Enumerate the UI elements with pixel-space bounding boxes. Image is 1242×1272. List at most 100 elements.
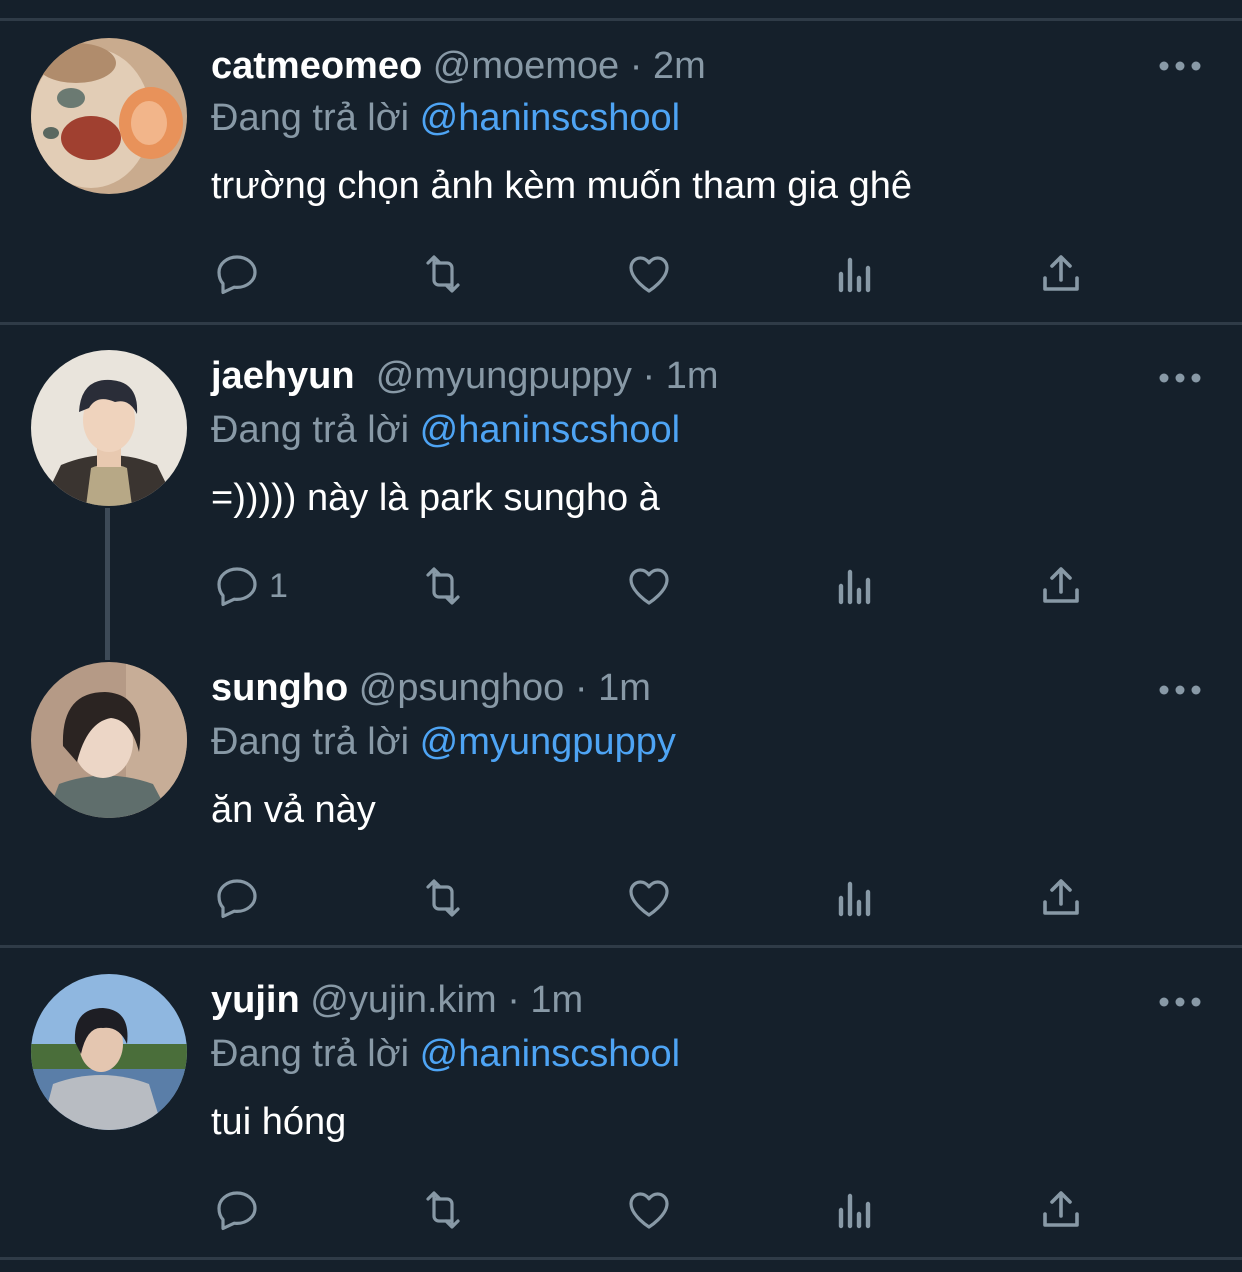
tweet-header: jaehyun @myungpuppy · 1m — [211, 348, 718, 404]
tweet-text: ăn vả này — [211, 789, 376, 831]
share-button[interactable] — [1037, 244, 1085, 304]
like-icon — [629, 1192, 669, 1229]
tweet[interactable]: jaehyun @myungpuppy · 1m Đang trả lời @h… — [0, 348, 1242, 628]
avatar-cat-image — [31, 38, 187, 194]
like-button[interactable] — [625, 244, 673, 304]
share-button[interactable] — [1037, 556, 1085, 616]
reply-button[interactable]: 1 — [213, 556, 288, 616]
reply-to-handle-link[interactable]: @haninscshool — [420, 1033, 680, 1075]
retweet-button[interactable] — [419, 244, 467, 304]
reply-icon — [217, 1191, 257, 1230]
avatar-photo — [31, 350, 187, 506]
tweet-actions: 1 — [0, 556, 1242, 616]
timestamp[interactable]: 1m — [598, 667, 651, 709]
tweet-header: catmeomeo @moemoe · 2m — [211, 38, 706, 94]
avatar[interactable] — [31, 350, 187, 506]
analytics-button[interactable] — [831, 868, 879, 928]
display-name[interactable]: catmeomeo — [211, 45, 422, 87]
user-handle[interactable]: @moemoe — [433, 45, 619, 87]
retweet-icon — [426, 567, 460, 605]
tweet[interactable]: catmeomeo @moemoe · 2m Đang trả lời @han… — [0, 36, 1242, 316]
reply-to-handle-link[interactable]: @haninscshool — [420, 409, 680, 451]
more-options-icon[interactable] — [1158, 992, 1202, 1012]
user-handle[interactable]: @yujin.kim — [310, 979, 496, 1021]
like-icon — [629, 568, 669, 605]
retweet-icon — [426, 255, 460, 293]
reply-button[interactable] — [213, 868, 269, 928]
analytics-button[interactable] — [831, 1180, 879, 1240]
divider-top — [0, 18, 1242, 21]
reply-to-handle-link[interactable]: @haninscshool — [420, 97, 680, 139]
reply-button[interactable] — [213, 244, 269, 304]
analytics-icon — [838, 257, 871, 293]
user-handle[interactable]: @myungpuppy — [376, 355, 632, 397]
analytics-button[interactable] — [831, 244, 879, 304]
share-icon — [1043, 1191, 1079, 1227]
divider — [0, 945, 1242, 948]
replying-to-line: Đang trả lời @haninscshool — [211, 1026, 680, 1082]
divider-bottom — [0, 1257, 1242, 1260]
reply-icon — [217, 879, 257, 918]
timestamp[interactable]: 1m — [666, 355, 719, 397]
share-button[interactable] — [1037, 868, 1085, 928]
tweet-actions — [0, 1180, 1242, 1240]
retweet-button[interactable] — [419, 556, 467, 616]
share-icon — [1043, 255, 1079, 291]
analytics-icon — [838, 1193, 871, 1229]
share-button[interactable] — [1037, 1180, 1085, 1240]
retweet-button[interactable] — [419, 1180, 467, 1240]
display-name[interactable]: sungho — [211, 667, 348, 709]
reply-icon — [217, 255, 257, 294]
separator-dot: · — [507, 979, 520, 1021]
divider — [0, 322, 1242, 325]
like-icon — [629, 880, 669, 917]
retweet-icon — [426, 879, 460, 917]
tweet-text: trường chọn ảnh kèm muốn tham gia ghê — [211, 165, 912, 207]
separator-dot: · — [642, 355, 656, 397]
tweet-actions — [0, 244, 1242, 304]
timestamp[interactable]: 2m — [653, 45, 706, 87]
separator-dot: · — [629, 45, 643, 87]
display-name[interactable]: jaehyun — [211, 355, 355, 397]
like-icon — [629, 256, 669, 293]
more-options-icon[interactable] — [1158, 368, 1202, 388]
replying-to-label: Đang trả lời — [211, 409, 410, 451]
like-button[interactable] — [625, 868, 673, 928]
share-icon — [1043, 879, 1079, 915]
analytics-button[interactable] — [831, 556, 879, 616]
avatar[interactable] — [31, 662, 187, 818]
avatar[interactable] — [31, 974, 187, 1130]
tweet-actions — [0, 868, 1242, 928]
timestamp[interactable]: 1m — [530, 979, 583, 1021]
reply-button[interactable] — [213, 1180, 269, 1240]
avatar-photo — [31, 974, 187, 1130]
reply-to-handle-link[interactable]: @myungpuppy — [420, 721, 676, 763]
share-icon — [1043, 567, 1079, 603]
tweet-header: yujin @yujin.kim · 1m — [211, 972, 583, 1028]
replying-to-line: Đang trả lời @haninscshool — [211, 402, 680, 458]
retweet-icon — [426, 1191, 460, 1229]
tweet-header: sungho @psunghoo · 1m — [211, 660, 651, 716]
separator-dot: · — [574, 667, 588, 709]
avatar[interactable] — [31, 38, 187, 194]
replying-to-label: Đang trả lời — [211, 97, 410, 139]
tweet-text: =))))) này là park sungho à — [211, 477, 660, 519]
tweet[interactable]: sungho @psunghoo · 1m Đang trả lời @myun… — [0, 660, 1242, 940]
like-button[interactable] — [625, 1180, 673, 1240]
reply-count: 1 — [269, 566, 288, 605]
analytics-icon — [838, 569, 871, 605]
analytics-icon — [838, 881, 871, 917]
replying-to-line: Đang trả lời @haninscshool — [211, 90, 680, 146]
tweet[interactable]: yujin @yujin.kim · 1m Đang trả lời @hani… — [0, 972, 1242, 1252]
more-options-icon[interactable] — [1158, 56, 1202, 76]
display-name[interactable]: yujin — [211, 979, 300, 1021]
more-options-icon[interactable] — [1158, 680, 1202, 700]
replying-to-label: Đang trả lời — [211, 721, 410, 763]
replying-to-line: Đang trả lời @myungpuppy — [211, 714, 676, 770]
replying-to-label: Đang trả lời — [211, 1033, 410, 1075]
user-handle[interactable]: @psunghoo — [359, 667, 565, 709]
avatar-photo — [31, 662, 187, 818]
retweet-button[interactable] — [419, 868, 467, 928]
tweet-text: tui hóng — [211, 1101, 347, 1143]
like-button[interactable] — [625, 556, 673, 616]
